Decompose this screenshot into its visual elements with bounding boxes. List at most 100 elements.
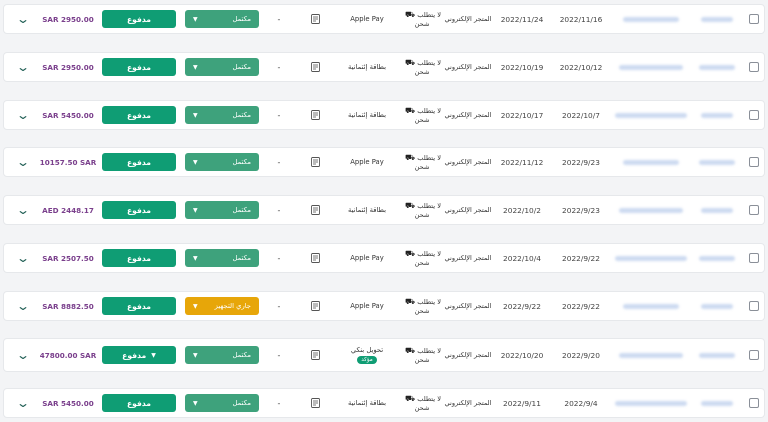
order-row[interactable]: ⌄ AED 2448.17 مدفوع ▼ مكتمل - بطاقة إئتمانية ⛟ …	[3, 195, 765, 225]
expand-row-button[interactable]: ⌄	[12, 196, 34, 224]
invoice-button[interactable]	[302, 389, 328, 417]
invoice-button[interactable]	[302, 196, 328, 224]
order-number-redacted[interactable]	[692, 292, 742, 320]
order-row[interactable]: ⌄ SAR 8882.50 مدفوع ▼ جاري التجهيز - Apple Pay…	[3, 291, 765, 321]
order-source: المتجر الإلكتروني	[444, 301, 492, 310]
payment-status-dropdown[interactable]: مدفوع	[102, 297, 176, 315]
payment-status-dropdown[interactable]: مدفوع	[102, 201, 176, 219]
invoice-button[interactable]	[302, 101, 328, 129]
order-amount: 10157.50 SAR	[39, 157, 97, 167]
document-icon	[310, 205, 320, 215]
customer-name-redacted[interactable]	[612, 389, 690, 417]
order-date-updated: 2022/10/4	[503, 253, 541, 263]
order-status-dropdown[interactable]: ▼ مكتمل	[185, 153, 259, 171]
order-number-redacted[interactable]	[692, 339, 742, 371]
order-status-dropdown[interactable]: ▼ جاري التجهيز	[185, 297, 259, 315]
order-number-redacted[interactable]	[692, 5, 742, 33]
order-number-redacted[interactable]	[692, 244, 742, 272]
invoice-button[interactable]	[302, 244, 328, 272]
order-date-created: 2022/9/20	[562, 350, 600, 360]
customer-name-redacted[interactable]	[612, 101, 690, 129]
customer-name-redacted[interactable]	[612, 339, 690, 371]
row-select-checkbox[interactable]	[744, 5, 764, 33]
payment-status-dropdown[interactable]: مدفوع	[102, 153, 176, 171]
shipping-text: ⛟ لا يتطلب شحن	[405, 105, 441, 124]
expand-row-button[interactable]: ⌄	[12, 148, 34, 176]
row-select-checkbox[interactable]	[744, 53, 764, 81]
order-row[interactable]: ⌄ SAR 2950.00 مدفوع ▼ مكتمل - بطاقة إئتمانية ⛟ …	[3, 52, 765, 82]
truck-icon: ⛟	[405, 393, 416, 403]
order-status-dropdown[interactable]: ▼ مكتمل	[185, 106, 259, 124]
order-number-redacted[interactable]	[692, 196, 742, 224]
row-select-checkbox[interactable]	[744, 148, 764, 176]
expand-row-button[interactable]: ⌄	[12, 101, 34, 129]
payment-method-cell: Apple Pay	[334, 148, 400, 176]
order-row[interactable]: ⌄ SAR 2507.50 مدفوع ▼ مكتمل - Apple Pay ⛟ لا يت…	[3, 243, 765, 273]
order-status-label: مكتمل	[232, 351, 251, 359]
order-source: المتجر الإلكتروني	[444, 398, 492, 407]
payment-status-dropdown[interactable]: مدفوع	[102, 106, 176, 124]
order-row[interactable]: ⌄ 10157.50 SAR مدفوع ▼ مكتمل - Apple Pay ⛟ لا ي…	[3, 147, 765, 177]
customer-name-redacted[interactable]	[612, 196, 690, 224]
invoice-button[interactable]	[302, 148, 328, 176]
shipping-text: ⛟ لا يتطلب شحن	[405, 9, 441, 28]
payment-method: Apple Pay	[350, 254, 384, 262]
row-select-checkbox[interactable]	[744, 292, 764, 320]
payment-status-cell: مدفوع ▼	[101, 339, 177, 371]
invoice-button[interactable]	[302, 5, 328, 33]
order-amount: SAR 2507.50	[42, 253, 94, 263]
order-number-redacted[interactable]	[692, 389, 742, 417]
order-number-redacted[interactable]	[692, 101, 742, 129]
payment-method: Apple Pay	[350, 15, 384, 23]
invoice-button[interactable]	[302, 292, 328, 320]
caret-down-icon: ▼	[151, 351, 156, 359]
payment-status-dropdown[interactable]: مدفوع ▼	[102, 346, 176, 364]
order-row[interactable]: ⌄ SAR 5450.00 مدفوع ▼ مكتمل - بطاقة إئتمانية ⛟ …	[3, 388, 765, 418]
payment-status-dropdown[interactable]: مدفوع	[102, 249, 176, 267]
customer-name-redacted[interactable]	[612, 244, 690, 272]
row-select-checkbox[interactable]	[744, 389, 764, 417]
expand-row-button[interactable]: ⌄	[12, 53, 34, 81]
order-date-updated: 2022/10/20	[500, 350, 544, 360]
order-number-redacted[interactable]	[692, 53, 742, 81]
payment-status-cell: مدفوع	[101, 5, 177, 33]
expand-row-button[interactable]: ⌄	[12, 339, 34, 371]
row-select-checkbox[interactable]	[744, 339, 764, 371]
order-source: المتجر الإلكتروني	[444, 350, 492, 359]
customer-name-redacted[interactable]	[612, 148, 690, 176]
order-date-created: 2022/9/22	[562, 301, 600, 311]
order-status-dropdown[interactable]: ▼ مكتمل	[185, 10, 259, 28]
row-select-checkbox[interactable]	[744, 101, 764, 129]
order-row[interactable]: ⌄ SAR 2950.00 مدفوع ▼ مكتمل - Apple Pay ⛟ لا يت…	[3, 4, 765, 34]
expand-row-button[interactable]: ⌄	[12, 244, 34, 272]
expand-row-button[interactable]: ⌄	[12, 5, 34, 33]
payment-status-dropdown[interactable]: مدفوع	[102, 58, 176, 76]
payment-status-dropdown[interactable]: مدفوع	[102, 10, 176, 28]
payment-method: Apple Pay	[350, 158, 384, 166]
payment-method: تحويل بنكي	[350, 346, 384, 354]
row-select-checkbox[interactable]	[744, 244, 764, 272]
expand-row-button[interactable]: ⌄	[12, 389, 34, 417]
invoice-button[interactable]	[302, 339, 328, 371]
order-status-dropdown[interactable]: ▼ مكتمل	[185, 249, 259, 267]
chevron-down-icon: ⌄	[15, 348, 31, 362]
order-number-redacted[interactable]	[692, 148, 742, 176]
row-select-checkbox[interactable]	[744, 196, 764, 224]
order-status-dropdown[interactable]: ▼ مكتمل	[185, 58, 259, 76]
invoice-button[interactable]	[302, 53, 328, 81]
order-status-dropdown[interactable]: ▼ مكتمل	[185, 394, 259, 412]
order-row[interactable]: ⌄ 47800.00 SAR مدفوع ▼ ▼ مكتمل - تحويل بنكي مؤكد…	[3, 338, 765, 372]
order-status-label: جاري التجهيز	[214, 302, 251, 310]
order-row[interactable]: ⌄ SAR 5450.00 مدفوع ▼ مكتمل - بطاقة إئتمانية ⛟ …	[3, 100, 765, 130]
order-date-created: 2022/9/23	[562, 205, 600, 215]
customer-name-redacted[interactable]	[612, 292, 690, 320]
empty-value: -	[277, 110, 281, 120]
payment-status-dropdown[interactable]: مدفوع	[102, 394, 176, 412]
order-status-dropdown[interactable]: ▼ مكتمل	[185, 346, 259, 364]
customer-name-redacted[interactable]	[612, 53, 690, 81]
expand-row-button[interactable]: ⌄	[12, 292, 34, 320]
payment-method: بطاقة إئتمانية	[347, 63, 386, 71]
order-status-dropdown[interactable]: ▼ مكتمل	[185, 201, 259, 219]
customer-name-redacted[interactable]	[612, 5, 690, 33]
checkbox-icon	[749, 110, 759, 120]
